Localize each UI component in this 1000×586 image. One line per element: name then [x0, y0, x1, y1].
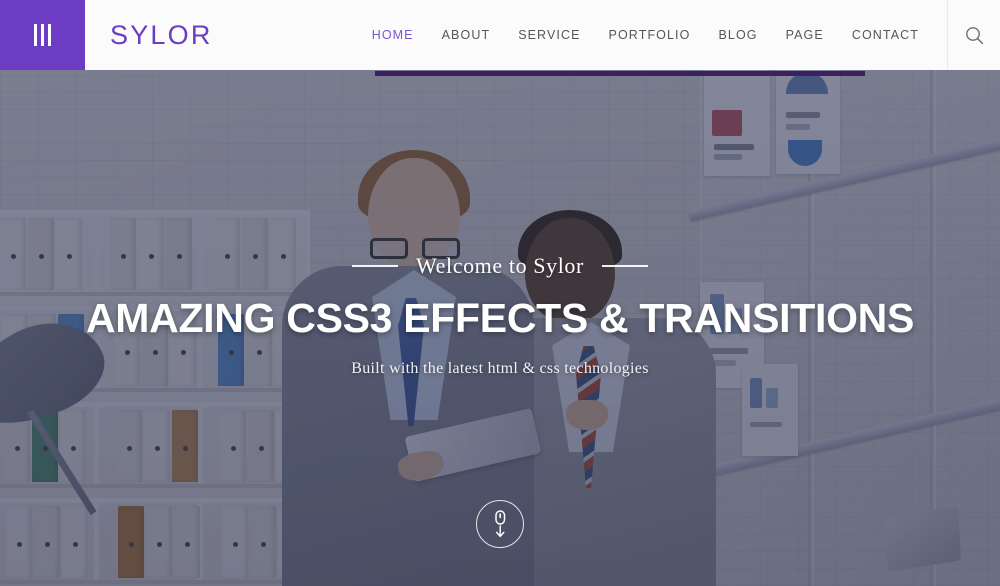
main-navigation: HOME ABOUT SERVICE PORTFOLIO BLOG PAGE C…: [213, 0, 1000, 70]
hero-title: AMAZING CSS3 EFFECTS & TRANSITIONS: [85, 295, 915, 341]
menu-toggle-button[interactable]: [0, 0, 85, 70]
hero-subtitle: Built with the latest html & css technol…: [351, 360, 649, 377]
site-header: SYLOR HOME ABOUT SERVICE PORTFOLIO BLOG …: [0, 0, 1000, 70]
hero-eyebrow-row: Welcome to Sylor: [352, 253, 648, 279]
hero-eyebrow: Welcome to Sylor: [416, 253, 584, 278]
nav-item-page[interactable]: PAGE: [772, 28, 838, 42]
brand-logo-link[interactable]: SYLOR: [85, 0, 213, 70]
brand-name: SYLOR: [110, 19, 213, 50]
eyebrow-line-left: [352, 265, 399, 267]
hero-content: Welcome to Sylor AMAZING CSS3 EFFECTS & …: [0, 70, 1000, 586]
three-bars-icon: [34, 24, 51, 46]
nav-item-home[interactable]: HOME: [358, 28, 428, 42]
nav-item-blog[interactable]: BLOG: [704, 28, 771, 42]
nav-list: HOME ABOUT SERVICE PORTFOLIO BLOG PAGE C…: [358, 28, 933, 42]
search-icon: [965, 26, 983, 44]
nav-item-portfolio[interactable]: PORTFOLIO: [595, 28, 705, 42]
hero-section: Welcome to Sylor AMAZING CSS3 EFFECTS & …: [0, 70, 1000, 586]
nav-item-service[interactable]: SERVICE: [504, 28, 594, 42]
eyebrow-line-right: [601, 265, 648, 267]
search-button[interactable]: [947, 0, 1000, 70]
page-root: SYLOR HOME ABOUT SERVICE PORTFOLIO BLOG …: [0, 0, 1000, 586]
nav-item-about[interactable]: ABOUT: [428, 28, 505, 42]
nav-item-contact[interactable]: CONTACT: [838, 28, 933, 42]
